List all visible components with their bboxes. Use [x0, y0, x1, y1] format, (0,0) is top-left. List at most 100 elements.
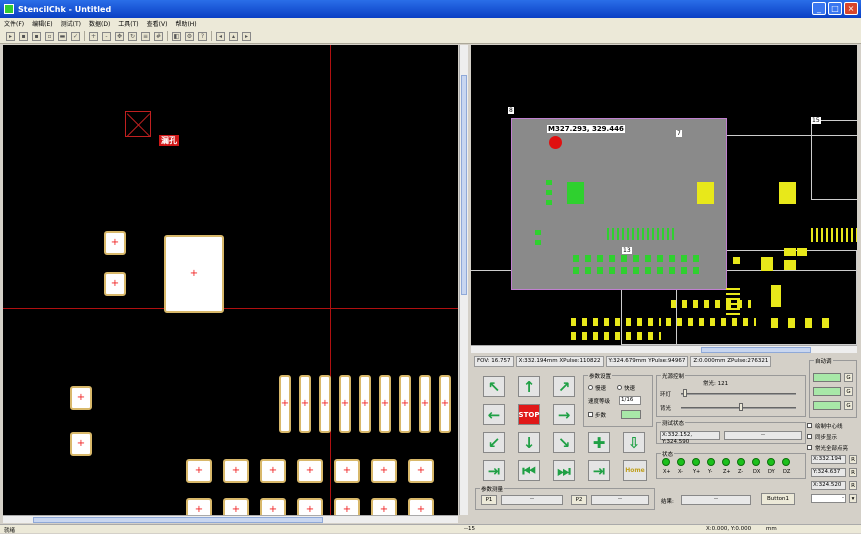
- nav2-icon[interactable]: ▴: [229, 31, 238, 41]
- step-checkbox[interactable]: [588, 412, 593, 417]
- move-right-button[interactable]: →: [553, 404, 575, 425]
- settings-icon[interactable]: ⚙: [185, 31, 194, 41]
- focus-dropdown[interactable]: -: [811, 494, 846, 503]
- pad[interactable]: +: [260, 459, 286, 483]
- readout-button[interactable]: R: [849, 468, 857, 477]
- move-down-left-button[interactable]: ↙: [483, 432, 505, 453]
- left-vertical-scrollbar[interactable]: [459, 45, 468, 515]
- center-line-checkbox[interactable]: [807, 423, 812, 428]
- speed-select[interactable]: 1/16: [619, 396, 641, 405]
- scroll-thumb[interactable]: [701, 347, 811, 353]
- align-icon[interactable]: ≡: [141, 31, 150, 41]
- scroll-thumb[interactable]: [461, 75, 467, 295]
- move-up-left-button[interactable]: ↖: [483, 376, 505, 397]
- focus-g-button[interactable]: G: [844, 373, 853, 382]
- pad[interactable]: +: [104, 231, 126, 255]
- dropdown-arrow-icon[interactable]: ▾: [849, 494, 857, 503]
- focus-g-button[interactable]: G: [844, 401, 853, 410]
- pad[interactable]: +: [399, 375, 411, 433]
- pad[interactable]: +: [223, 459, 249, 483]
- board-view[interactable]: 漏孔 + + + + + + + + + + + + + + + + + + +…: [3, 45, 458, 515]
- ring-light-thumb[interactable]: [683, 389, 687, 397]
- z-down-button[interactable]: ⇩: [623, 432, 645, 453]
- focus-value[interactable]: [813, 387, 841, 396]
- fast-radio[interactable]: [617, 385, 622, 390]
- menu-view[interactable]: 查看(V): [147, 19, 168, 28]
- menu-help[interactable]: 帮助(H): [175, 19, 196, 28]
- help-icon[interactable]: ?: [198, 31, 207, 41]
- menu-data[interactable]: 数据(D): [89, 19, 110, 28]
- pad[interactable]: +: [408, 498, 434, 515]
- pad[interactable]: +: [319, 375, 331, 433]
- button1[interactable]: Button1: [761, 493, 795, 505]
- pad[interactable]: +: [371, 498, 397, 515]
- open-icon[interactable]: ▸: [6, 31, 15, 41]
- stop-button[interactable]: STOP: [518, 404, 540, 425]
- sync-display-checkbox[interactable]: [807, 434, 812, 439]
- focus-value[interactable]: [813, 401, 841, 410]
- zoom-out-icon[interactable]: -: [102, 31, 111, 41]
- pad[interactable]: +: [359, 375, 371, 433]
- p2-button[interactable]: P2: [571, 495, 587, 505]
- grid-icon[interactable]: #: [154, 31, 163, 41]
- z-up-button[interactable]: ✚: [588, 432, 610, 453]
- slow-radio[interactable]: [588, 385, 593, 390]
- overview-view[interactable]: M327.293, 329.446 8 7 15 13: [471, 45, 857, 345]
- readout-button[interactable]: R: [849, 455, 857, 464]
- goto-end-button[interactable]: ⇥: [588, 460, 610, 481]
- pad[interactable]: +: [297, 498, 323, 515]
- pad[interactable]: +: [223, 498, 249, 515]
- pad[interactable]: +: [297, 459, 323, 483]
- move-down-right-button[interactable]: ↘: [553, 432, 575, 453]
- layer-icon[interactable]: ◧: [172, 31, 181, 41]
- close-button[interactable]: ×: [844, 2, 858, 15]
- move-left-button[interactable]: ←: [483, 404, 505, 425]
- pad[interactable]: +: [379, 375, 391, 433]
- pad[interactable]: +: [104, 272, 126, 296]
- move-up-right-button[interactable]: ↗: [553, 376, 575, 397]
- step-value[interactable]: [621, 410, 641, 419]
- all-light-checkbox[interactable]: [807, 445, 812, 450]
- move-up-button[interactable]: ↑: [518, 376, 540, 397]
- focus-value[interactable]: [813, 373, 841, 382]
- pad[interactable]: +: [419, 375, 431, 433]
- last-button[interactable]: ⏭: [553, 460, 575, 481]
- zoom-in-icon[interactable]: +: [89, 31, 98, 41]
- pad[interactable]: +: [339, 375, 351, 433]
- menu-test[interactable]: 测试(T): [61, 19, 81, 28]
- menu-file[interactable]: 文件(F): [4, 19, 24, 28]
- pad[interactable]: +: [70, 386, 92, 410]
- measure-icon[interactable]: ▬: [58, 31, 67, 41]
- scroll-thumb[interactable]: [33, 517, 323, 523]
- first-button[interactable]: ⏮: [518, 460, 540, 481]
- focus-g-button[interactable]: G: [844, 387, 853, 396]
- readout-button[interactable]: R: [849, 481, 857, 490]
- pad[interactable]: +: [334, 459, 360, 483]
- pad[interactable]: +: [70, 432, 92, 456]
- pad[interactable]: +: [371, 459, 397, 483]
- pad[interactable]: +: [408, 459, 434, 483]
- pad[interactable]: +: [279, 375, 291, 433]
- ring-light-slider[interactable]: [681, 393, 796, 395]
- p1-button[interactable]: P1: [481, 495, 497, 505]
- save-icon[interactable]: ▪: [19, 31, 28, 41]
- home-button[interactable]: Home: [623, 460, 647, 481]
- maximize-button[interactable]: □: [828, 2, 842, 15]
- rotate-icon[interactable]: ↻: [128, 31, 137, 41]
- right-horizontal-scrollbar[interactable]: [471, 345, 857, 353]
- pad[interactable]: +: [186, 498, 212, 515]
- check-icon[interactable]: ✓: [71, 31, 80, 41]
- pad[interactable]: +: [260, 498, 286, 515]
- print-icon[interactable]: ▫: [45, 31, 54, 41]
- nav3-icon[interactable]: ▸: [242, 31, 251, 41]
- pan-icon[interactable]: ✥: [115, 31, 124, 41]
- pad[interactable]: +: [186, 459, 212, 483]
- left-horizontal-scrollbar[interactable]: [3, 515, 458, 523]
- pad[interactable]: +: [299, 375, 311, 433]
- pad[interactable]: +: [164, 235, 224, 313]
- move-down-button[interactable]: ↓: [518, 432, 540, 453]
- save-as-icon[interactable]: ▪: [32, 31, 41, 41]
- backlight-thumb[interactable]: [739, 403, 743, 411]
- pad[interactable]: +: [334, 498, 360, 515]
- menu-edit[interactable]: 编辑(E): [32, 19, 52, 28]
